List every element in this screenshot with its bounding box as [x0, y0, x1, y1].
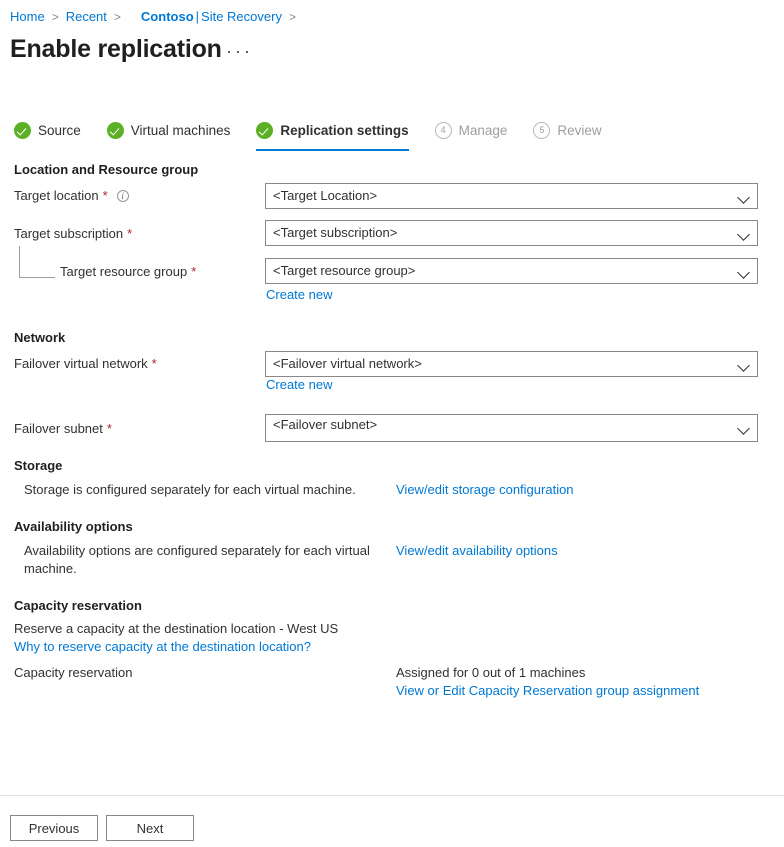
- storage-description: Storage is configured separately for eac…: [24, 482, 356, 497]
- breadcrumb-resource-name[interactable]: Contoso: [141, 9, 194, 24]
- required-marker: *: [191, 264, 196, 279]
- tab-label: Source: [38, 123, 81, 138]
- dropdown-value: <Target resource group>: [273, 263, 415, 278]
- section-heading-network: Network: [14, 330, 65, 345]
- tab-replication-settings[interactable]: Replication settings: [256, 116, 408, 144]
- dropdown-value: <Failover virtual network>: [273, 356, 422, 371]
- tab-label: Replication settings: [280, 123, 408, 138]
- availability-description-line2: machine.: [24, 561, 77, 576]
- chevron-down-icon: [737, 228, 750, 241]
- check-circle-icon: [14, 122, 31, 139]
- section-heading-availability: Availability options: [14, 519, 133, 534]
- capacity-reservation-assigned-status: Assigned for 0 out of 1 machines: [396, 665, 585, 680]
- section-heading-capacity: Capacity reservation: [14, 598, 142, 613]
- label-text: Failover virtual network: [14, 356, 148, 371]
- breadcrumb-item-recent[interactable]: Recent: [66, 8, 107, 26]
- label-text: Failover subnet: [14, 421, 103, 436]
- target-subscription-dropdown[interactable]: <Target subscription>: [265, 220, 758, 246]
- create-new-resource-group-link[interactable]: Create new: [266, 287, 332, 302]
- chevron-down-icon: [737, 422, 750, 435]
- footer-divider: [0, 795, 784, 796]
- breadcrumb-separator-icon: >: [52, 8, 59, 26]
- dropdown-value: <Target Location>: [273, 188, 377, 203]
- view-edit-availability-options-link[interactable]: View/edit availability options: [396, 543, 558, 558]
- view-edit-storage-configuration-link[interactable]: View/edit storage configuration: [396, 482, 574, 497]
- breadcrumb-separator-icon: >: [114, 8, 121, 26]
- tab-label: Virtual machines: [131, 123, 231, 138]
- required-marker: *: [152, 356, 157, 371]
- page-title: Enable replication: [10, 34, 222, 64]
- more-options-icon[interactable]: [228, 42, 248, 62]
- wizard-footer: Previous Next: [10, 815, 202, 841]
- indent-connector: [19, 246, 55, 278]
- step-number-icon: 5: [533, 122, 550, 139]
- label-failover-virtual-network: Failover virtual network *: [14, 356, 157, 371]
- label-target-location: Target location * i: [14, 188, 129, 203]
- capacity-reservation-row-label: Capacity reservation: [14, 665, 133, 680]
- dropdown-value: <Failover subnet>: [273, 417, 377, 432]
- step-number-icon: 4: [435, 122, 452, 139]
- tab-manage[interactable]: 4 Manage: [435, 116, 508, 144]
- view-edit-capacity-reservation-group-link[interactable]: View or Edit Capacity Reservation group …: [396, 683, 699, 698]
- check-circle-icon: [256, 122, 273, 139]
- label-text: Target subscription: [14, 226, 123, 241]
- chevron-down-icon: [737, 359, 750, 372]
- target-location-dropdown[interactable]: <Target Location>: [265, 183, 758, 209]
- breadcrumb-item-home[interactable]: Home: [10, 8, 45, 26]
- tab-source[interactable]: Source: [14, 116, 81, 144]
- section-heading-location: Location and Resource group: [14, 162, 198, 177]
- tab-label: Review: [557, 123, 601, 138]
- tab-active-indicator: [256, 149, 408, 151]
- breadcrumb: Home > Recent > Contoso|Site Recovery >: [10, 8, 303, 26]
- dropdown-value: <Target subscription>: [273, 225, 397, 240]
- label-failover-subnet: Failover subnet *: [14, 421, 112, 436]
- previous-button[interactable]: Previous: [10, 815, 98, 841]
- tab-review[interactable]: 5 Review: [533, 116, 601, 144]
- chevron-down-icon: [737, 191, 750, 204]
- label-text: Target resource group: [60, 264, 187, 279]
- info-icon[interactable]: i: [117, 190, 129, 202]
- availability-description-line1: Availability options are configured sepa…: [24, 543, 370, 558]
- create-new-virtual-network-link[interactable]: Create new: [266, 377, 332, 392]
- required-marker: *: [127, 226, 132, 241]
- required-marker: *: [107, 421, 112, 436]
- label-target-resource-group: Target resource group *: [60, 264, 196, 279]
- required-marker: *: [103, 188, 108, 203]
- section-heading-storage: Storage: [14, 458, 62, 473]
- why-reserve-capacity-link[interactable]: Why to reserve capacity at the destinati…: [14, 639, 311, 654]
- breadcrumb-resource-service[interactable]: Site Recovery: [201, 9, 282, 24]
- label-target-subscription: Target subscription *: [14, 226, 132, 241]
- tab-virtual-machines[interactable]: Virtual machines: [107, 116, 231, 144]
- failover-virtual-network-dropdown[interactable]: <Failover virtual network>: [265, 351, 758, 377]
- wizard-tabs: Source Virtual machines Replication sett…: [14, 116, 628, 156]
- check-circle-icon: [107, 122, 124, 139]
- capacity-description: Reserve a capacity at the destination lo…: [14, 621, 338, 636]
- next-button[interactable]: Next: [106, 815, 194, 841]
- failover-subnet-dropdown[interactable]: <Failover subnet>: [265, 414, 758, 442]
- breadcrumb-item-resource: Contoso|Site Recovery: [141, 8, 282, 26]
- tab-label: Manage: [459, 123, 508, 138]
- target-resource-group-dropdown[interactable]: <Target resource group>: [265, 258, 758, 284]
- breadcrumb-resource-divider: |: [196, 9, 199, 24]
- breadcrumb-separator-icon: >: [289, 8, 296, 26]
- chevron-down-icon: [737, 266, 750, 279]
- label-text: Target location: [14, 188, 99, 203]
